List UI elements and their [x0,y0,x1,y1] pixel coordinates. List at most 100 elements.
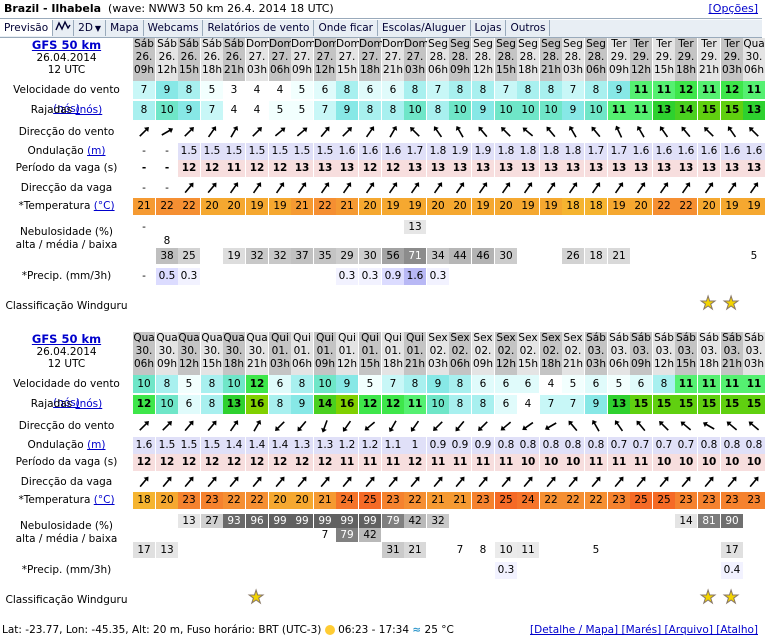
wind-speed-cell: 10 [133,375,155,393]
day-date: 27. [271,51,289,63]
cloud-cell [246,220,268,234]
wind-dir-arrow-icon [675,124,697,140]
tab-7[interactable]: Escolas/Aluguer [378,20,471,36]
temp-unit-link[interactable]: (°C) [94,200,115,212]
wave-dir-arrow-icon [608,474,630,490]
wind-dir-arrow-icon [269,124,291,140]
hour: 06h [291,358,312,370]
time-header: Qua 30. 06h [743,38,765,82]
row-label: Ondulação (m) [0,143,133,160]
wave-dir-arrow-icon [698,474,720,490]
cloud-cell [382,220,404,234]
wind-dir-arrow-icon [630,418,652,434]
day-name: Sáb [224,38,244,50]
day-date: 03. [745,345,763,357]
options-link[interactable]: [Opções] [709,2,759,15]
wave-dir-arrow-icon [314,474,336,490]
swell-cell: 1.6 [336,143,358,160]
wave-period-cell: 13 [314,160,336,177]
wave-period-cell: 10 [653,454,675,471]
temp-cell: 22 [246,492,268,509]
row-label: Rajadas (nós) [0,101,133,120]
tab-9[interactable]: Outros [506,20,551,36]
wave-period-cell: 13 [630,160,652,177]
wave-dir-arrow-icon [721,474,743,490]
tab-1[interactable] [53,20,75,36]
day-name: Sáb [722,332,742,344]
model-name-link[interactable]: GFS 50 km [0,332,133,346]
precip-cell [246,562,268,579]
tab-2[interactable]: 2D ▼ [74,20,107,36]
tab-3[interactable]: Mapa [106,20,144,36]
temp-unit-link[interactable]: (°C) [94,494,115,506]
tab-label: Outros [510,22,546,34]
tab-4[interactable]: Webcams [144,20,204,36]
precip-cell [201,562,223,579]
tab-8[interactable]: Lojas [471,20,507,36]
wind-speed-cell: 6 [382,81,404,99]
wave-period-cell: 11 [336,454,358,471]
wind-dir-arrow-icon [517,418,539,434]
wind-dir-arrow-icon [449,418,471,434]
precip-cell [223,268,245,285]
wind-dir-arrow-icon [133,124,155,140]
temp-cell: 22 [314,198,336,215]
day-date: 28. [497,51,515,63]
swell-cell: 1.5 [314,143,336,160]
wave-period-cell: 11 [449,454,471,471]
cloud-cell [291,220,313,234]
run-date: 26.04.2014 [36,346,97,358]
precip-cell [427,562,449,579]
cloud-cell: 96 [246,514,268,528]
swell-unit-link[interactable]: (m) [87,439,105,451]
cloud-cell [698,248,720,264]
wave-dir-arrow-icon [404,180,426,196]
cloud-cell [698,220,720,234]
temp-cell: 19 [517,198,539,215]
gust-cell: 15 [721,101,743,120]
tab-5[interactable]: Relatórios de vento [203,20,315,36]
time-header: Qui 01. 18h [382,332,404,376]
day-date: 28. [429,51,447,63]
wave-dir-arrow-icon [291,180,313,196]
wave-dir-arrow-icon [675,180,697,196]
footer-links[interactable]: [Detalhe / Mapa] [Marés] [Arquivo] [Atal… [530,624,758,636]
hour: 18h [382,358,403,370]
precip-cell [269,562,291,579]
tab-0[interactable]: Previsão [0,20,54,36]
cloud-cell: 37 [291,248,313,264]
precip-cell: 0.3 [495,562,517,579]
precip-cell [178,562,200,579]
swell-cell: 0.8 [540,437,562,454]
model-name-link[interactable]: GFS 50 km [0,38,133,52]
cloud-cell: 79 [382,514,404,528]
wave-dir-arrow-icon [449,180,471,196]
time-header: Sáb 26. 15h [178,38,200,82]
wind-speed-cell: 11 [675,375,697,393]
cloud-cell: 44 [449,248,471,264]
cloud-cell [246,542,268,558]
wind-dir-arrow-icon [336,124,358,140]
day-date: 02. [542,345,560,357]
tab-6[interactable]: Onde ficar [314,20,378,36]
star-icon: ★ [699,293,717,314]
wave-dir-arrow-icon [201,180,223,196]
cloud-cell [223,542,245,558]
gust-cell: 10 [540,101,562,120]
temp-cell: 21 [427,492,449,509]
gusts-unit-link[interactable]: (nós) [76,398,103,410]
gust-cell: 8 [449,395,471,414]
swell-cell: 1.3 [314,437,336,454]
swell-unit-link[interactable]: (m) [87,145,105,157]
altitude: Alt: 20 m [131,624,180,636]
wind-speed-cell: 8 [472,81,494,99]
day-date: 03. [655,345,673,357]
rating-label: Classificação Windguru [5,594,128,606]
cloud-cell [698,234,720,248]
day-name: Sáb [134,38,154,50]
day-name: Dom [246,38,271,50]
precip-cell [517,562,539,579]
wind-dir-arrow-icon [585,418,607,434]
gusts-unit-link[interactable]: (nós) [76,104,103,116]
cloud-cell [743,528,765,542]
